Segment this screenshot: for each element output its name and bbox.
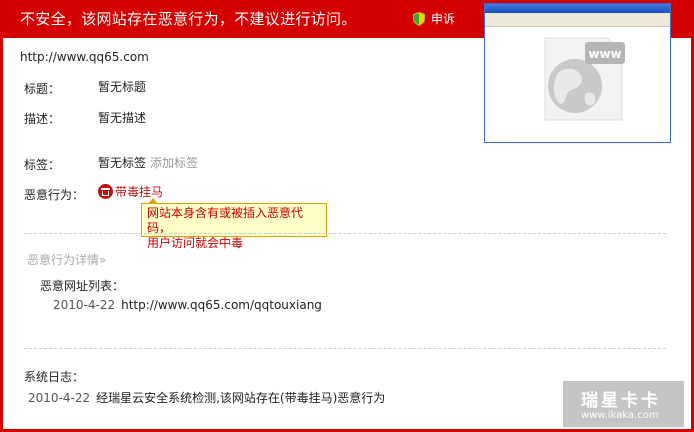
tooltip-arrow bbox=[148, 198, 158, 204]
entry-url: http://www.qq65.com/qqtouxiang bbox=[121, 298, 322, 312]
double-chevron-down-icon: » bbox=[99, 253, 107, 267]
entry-date: 2010-4-22 bbox=[53, 298, 116, 312]
details-toggle-label: 恶意行为详情 bbox=[27, 253, 100, 267]
preview-www-label: www bbox=[588, 47, 621, 61]
title-value: 暂无标题 bbox=[98, 80, 147, 94]
preview-toolbar bbox=[485, 13, 670, 27]
malicious-url-list-title: 恶意网址列表： bbox=[40, 279, 125, 293]
shield-icon bbox=[412, 11, 426, 27]
tooltip-line-1: 网站本身含有或被插入恶意代码， bbox=[147, 206, 304, 235]
system-log-entry: 2010-4-22 经瑞星云安全系统检测,该网站存在(带毒挂马)恶意行为 bbox=[28, 389, 385, 406]
watermark-site: www.ikaka.com bbox=[581, 410, 659, 421]
divider bbox=[24, 233, 666, 234]
appeal-link[interactable]: 申诉 bbox=[412, 11, 456, 27]
title-label: 标题： bbox=[24, 82, 61, 96]
appeal-label: 申诉 bbox=[431, 12, 456, 26]
watermark-brand: 瑞星卡卡 bbox=[581, 391, 661, 411]
log-text: 经瑞星云安全系统检测,该网站存在(带毒挂马)恶意行为 bbox=[96, 391, 386, 405]
malicious-url-entry: 2010-4-22 http://www.qq65.com/qqtouxiang bbox=[53, 298, 322, 312]
malicious-label: 恶意行为： bbox=[24, 188, 85, 202]
tooltip-line-2: 用户访问就会中毒 bbox=[147, 236, 244, 250]
preview-screen: www bbox=[487, 28, 668, 140]
tag-label: 标签： bbox=[24, 158, 61, 172]
tag-row: 暂无标签 添加标签 bbox=[98, 154, 198, 171]
description-label: 描述： bbox=[24, 112, 61, 126]
preview-titlebar bbox=[485, 4, 670, 13]
description-value: 暂无描述 bbox=[98, 111, 147, 125]
add-tag-link[interactable]: 添加标签 bbox=[150, 156, 198, 170]
warning-text: 不安全，该网站存在恶意行为，不建议进行访问。 bbox=[20, 10, 357, 28]
watermark-logo: 瑞星卡卡 www.ikaka.com bbox=[563, 381, 684, 427]
site-preview-thumbnail[interactable]: www bbox=[484, 3, 671, 143]
tag-value: 暂无标签 bbox=[98, 156, 147, 170]
divider bbox=[24, 348, 666, 349]
log-date: 2010-4-22 bbox=[28, 391, 91, 405]
trojan-icon bbox=[98, 184, 113, 199]
malicious-details-toggle[interactable]: 恶意行为详情» bbox=[27, 251, 106, 268]
malicious-value: 带毒挂马 bbox=[115, 185, 164, 199]
globe-icon: www bbox=[544, 37, 625, 121]
site-url: http://www.qq65.com bbox=[20, 50, 149, 64]
system-log-title: 系统日志： bbox=[24, 370, 85, 384]
malicious-tooltip: 网站本身含有或被插入恶意代码， 用户访问就会中毒 bbox=[141, 198, 327, 250]
